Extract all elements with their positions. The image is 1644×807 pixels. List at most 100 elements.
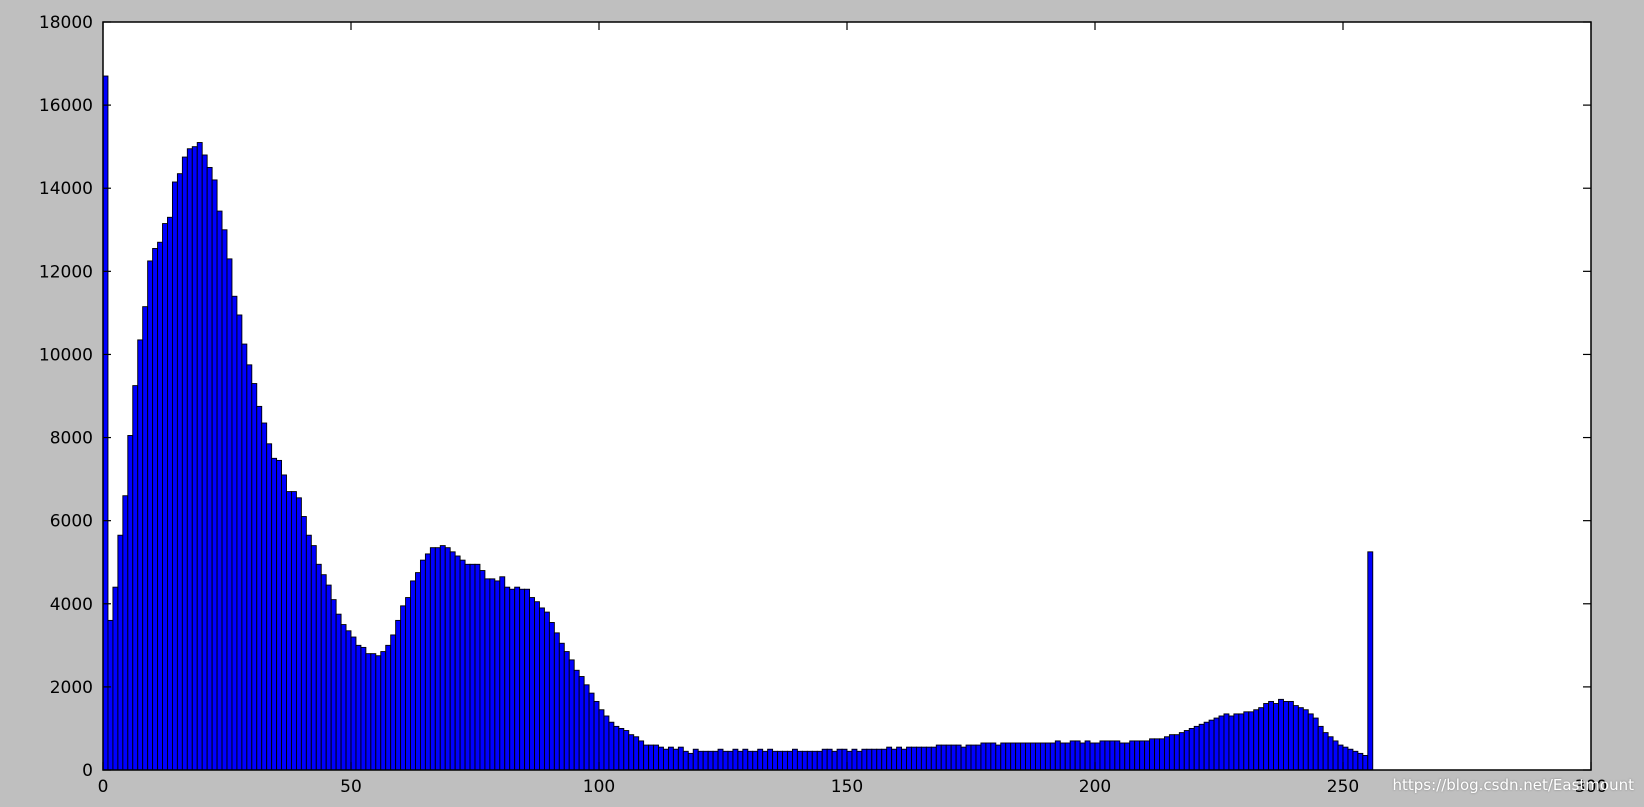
histogram-bar bbox=[1287, 700, 1294, 771]
histogram-bar bbox=[320, 574, 327, 771]
histogram-bar bbox=[310, 545, 317, 771]
histogram-bar bbox=[1144, 740, 1151, 771]
histogram-bar bbox=[881, 748, 888, 771]
histogram-bar bbox=[325, 584, 332, 771]
histogram-bar bbox=[330, 599, 337, 771]
histogram-bar bbox=[489, 578, 496, 771]
histogram-bar bbox=[1258, 707, 1265, 771]
histogram-bar bbox=[653, 744, 659, 771]
histogram-bar bbox=[747, 750, 754, 771]
histogram-bar bbox=[360, 646, 367, 771]
histogram-bar bbox=[449, 551, 456, 771]
x-tick-label: 0 bbox=[98, 777, 109, 797]
histogram-bar bbox=[1253, 709, 1260, 771]
histogram-bar bbox=[1054, 740, 1061, 771]
histogram-bar bbox=[1273, 703, 1279, 771]
histogram-bar bbox=[1302, 709, 1309, 771]
histogram-bar bbox=[811, 750, 818, 771]
histogram-bar bbox=[469, 563, 476, 771]
histogram-bar bbox=[806, 750, 813, 771]
histogram-bar bbox=[871, 748, 878, 771]
histogram-bar bbox=[1307, 713, 1314, 771]
histogram-bar bbox=[663, 748, 669, 771]
histogram-bar bbox=[300, 516, 307, 771]
histogram-bar bbox=[702, 750, 709, 771]
histogram-bar bbox=[692, 748, 699, 771]
histogram-bar bbox=[618, 727, 625, 771]
histogram-bar bbox=[444, 547, 451, 771]
histogram-bar bbox=[191, 146, 198, 771]
histogram-bar bbox=[499, 576, 506, 771]
histogram-bar bbox=[836, 748, 843, 771]
histogram-bar bbox=[1134, 740, 1141, 771]
watermark-text: https://blog.csdn.net/Eastmount bbox=[1392, 776, 1634, 794]
histogram-bar bbox=[1283, 700, 1289, 771]
histogram-bar bbox=[216, 210, 223, 771]
histogram-bar bbox=[315, 563, 322, 771]
histogram-bar bbox=[841, 748, 848, 771]
histogram-bar bbox=[672, 748, 679, 771]
histogram-bar bbox=[181, 156, 188, 771]
y-tick-label: 4000 bbox=[50, 595, 93, 615]
histogram-bar bbox=[107, 619, 114, 771]
histogram-bar bbox=[365, 653, 372, 771]
histogram-bar bbox=[543, 611, 550, 771]
histogram-bar bbox=[1278, 698, 1284, 771]
histogram-bar bbox=[1352, 750, 1359, 771]
y-tick-label: 0 bbox=[82, 761, 93, 781]
histogram-bar bbox=[206, 166, 213, 771]
histogram-bar bbox=[1223, 713, 1230, 771]
histogram-bar bbox=[742, 748, 749, 771]
histogram-bar bbox=[439, 545, 446, 771]
histogram-bar bbox=[1010, 742, 1017, 771]
x-tick-label: 250 bbox=[1327, 777, 1359, 797]
histogram-bar bbox=[137, 339, 144, 771]
histogram-bar bbox=[1074, 740, 1081, 771]
histogram-bar bbox=[965, 744, 972, 771]
histogram-bar bbox=[127, 435, 134, 771]
histogram-bar bbox=[940, 744, 947, 771]
histogram-bar bbox=[1362, 755, 1369, 771]
histogram-bar bbox=[787, 750, 793, 771]
histogram-bar bbox=[122, 495, 129, 771]
histogram-bar bbox=[1367, 551, 1374, 771]
histogram-bar bbox=[608, 721, 615, 771]
histogram-bar bbox=[588, 692, 595, 771]
histogram-bar bbox=[598, 709, 605, 771]
histogram-bar bbox=[534, 601, 540, 771]
histogram-bar bbox=[593, 700, 600, 771]
histogram-bar bbox=[578, 676, 585, 771]
histogram-bar bbox=[380, 651, 387, 771]
histogram-bar bbox=[677, 746, 684, 771]
histogram-bar bbox=[117, 534, 124, 771]
histogram-bar bbox=[886, 746, 893, 771]
histogram-bar bbox=[464, 563, 471, 771]
histogram-bar bbox=[514, 586, 521, 771]
histogram-bar bbox=[1322, 732, 1329, 771]
histogram-bar bbox=[603, 715, 610, 771]
histogram-bar bbox=[1099, 740, 1106, 771]
histogram-bar bbox=[1104, 740, 1111, 771]
histogram-bar bbox=[1312, 717, 1319, 771]
x-tick-label: 200 bbox=[1079, 777, 1111, 797]
histogram-bar bbox=[291, 491, 297, 771]
histogram-bar bbox=[712, 750, 719, 771]
histogram-chart: 0 50 100 150 200 250 3000200040006000800010000… bbox=[39, 13, 1607, 797]
histogram-bar bbox=[796, 750, 803, 771]
x-tick-label: 100 bbox=[583, 777, 615, 797]
histogram-bar bbox=[345, 630, 352, 771]
histogram-bar bbox=[980, 742, 987, 771]
histogram-bar bbox=[1109, 740, 1116, 771]
histogram-bar bbox=[171, 181, 178, 771]
histogram-bar bbox=[1188, 727, 1195, 771]
histogram-bar bbox=[231, 295, 238, 771]
histogram-bar bbox=[638, 740, 645, 771]
histogram-bar bbox=[687, 752, 694, 771]
histogram-bar bbox=[563, 651, 570, 771]
histogram-bar bbox=[429, 547, 436, 771]
histogram-bar bbox=[1094, 742, 1101, 771]
histogram-bar bbox=[434, 547, 441, 771]
histogram-bar bbox=[1337, 744, 1344, 771]
histogram-bar bbox=[816, 750, 823, 771]
histogram-bar bbox=[752, 750, 759, 771]
